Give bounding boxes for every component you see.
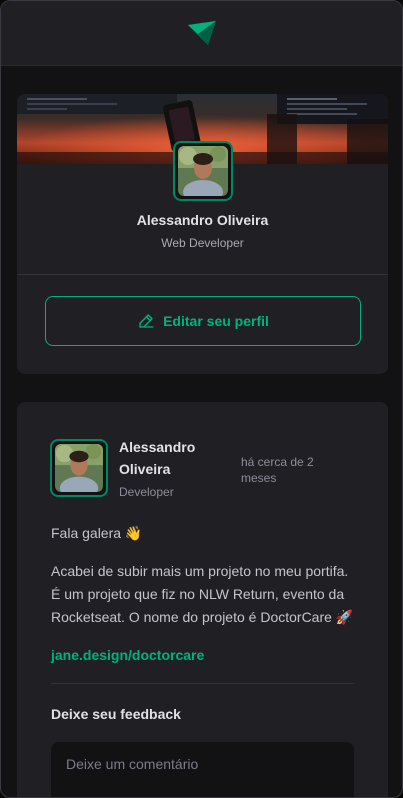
- profile-avatar: [178, 146, 228, 196]
- app-header: [1, 1, 402, 66]
- profile-avatar-frame: [173, 141, 233, 201]
- app-window: Alessandro Oliveira Web Developer Editar…: [0, 0, 403, 798]
- ignite-logo-icon: [187, 21, 216, 45]
- feedback-title: Deixe seu feedback: [51, 706, 181, 722]
- edit-profile-button[interactable]: Editar seu perfil: [45, 296, 361, 346]
- post-content: Fala galera 👋 Acabei de subir mais um pr…: [51, 522, 355, 682]
- post-timestamp: há cerca de 2 meses: [241, 455, 314, 485]
- pencil-line-icon: [139, 314, 154, 328]
- post-paragraph: Acabei de subir mais um projeto no meu p…: [51, 563, 354, 625]
- post-author-role: Developer: [119, 485, 174, 499]
- post-link[interactable]: jane.design/doctorcare: [51, 647, 204, 663]
- edit-profile-label: Editar seu perfil: [163, 313, 269, 329]
- profile-name: Alessandro Oliveira: [136, 212, 269, 228]
- post-author-name: Alessandro Oliveira: [119, 439, 196, 477]
- profile-divider: [17, 274, 388, 275]
- profile-sidebar: Alessandro Oliveira Web Developer Editar…: [17, 94, 388, 374]
- post-divider: [51, 683, 354, 684]
- post-author-avatar-frame[interactable]: [50, 439, 108, 497]
- profile-role: Web Developer: [161, 236, 244, 250]
- post-author-avatar: [55, 444, 103, 492]
- post-paragraph: Fala galera 👋: [51, 525, 143, 541]
- post-card: Alessandro Oliveira Developer há cerca d…: [17, 402, 388, 797]
- comment-input[interactable]: [51, 742, 354, 797]
